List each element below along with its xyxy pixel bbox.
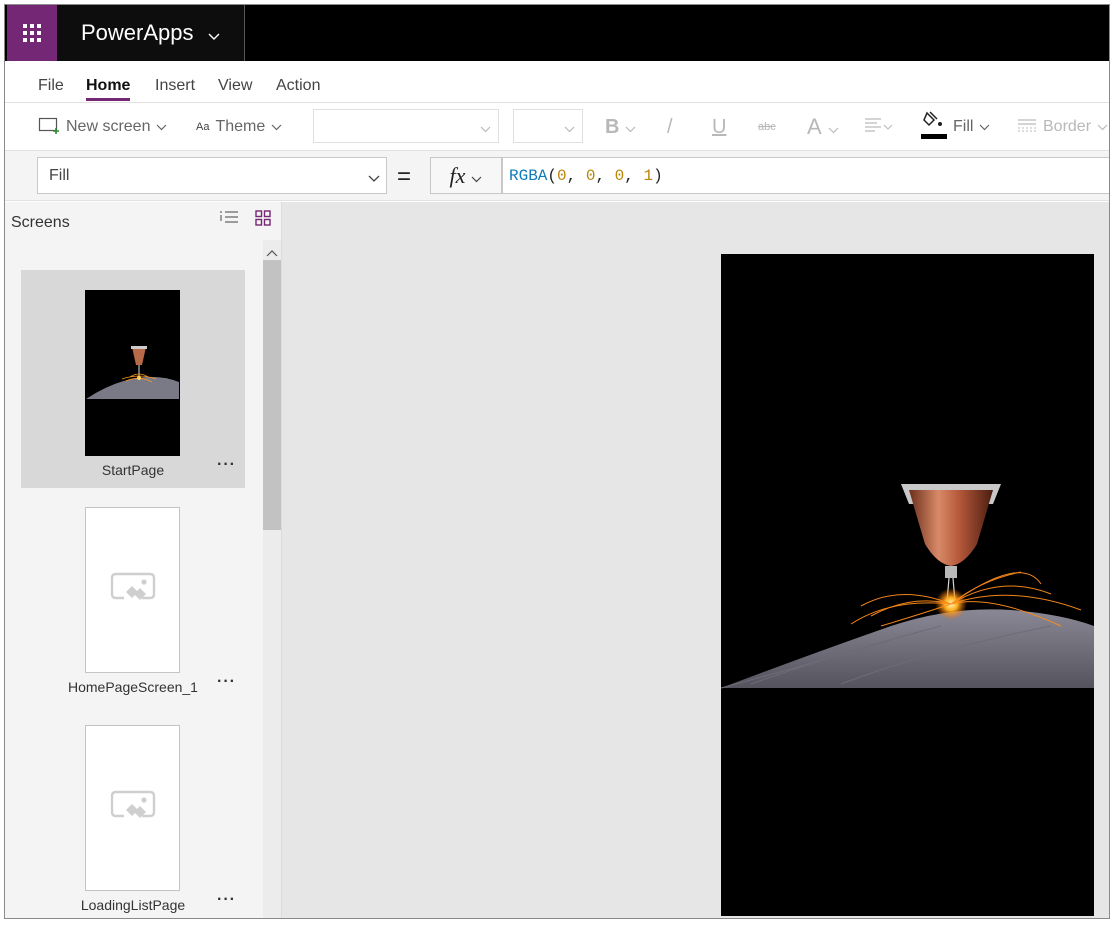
menu-bar: File Home Insert View Action xyxy=(5,61,1109,103)
tab-action[interactable]: Action xyxy=(276,77,320,95)
screen-card-startpage[interactable]: StartPage ··· xyxy=(21,270,245,488)
chevron-down-icon xyxy=(368,170,380,188)
strikethrough-icon: abc xyxy=(758,121,776,133)
formula-arg-r: 0 xyxy=(557,167,567,185)
tab-view[interactable]: View xyxy=(218,77,252,95)
italic-icon: / xyxy=(667,115,673,138)
font-family-dropdown[interactable] xyxy=(313,109,499,143)
chevron-down-icon xyxy=(480,120,491,138)
fx-icon: fx xyxy=(449,162,466,188)
placeholder-image-icon xyxy=(110,790,156,829)
formula-function: RGBA xyxy=(509,167,548,185)
bold-icon: B xyxy=(605,115,620,138)
theme-button[interactable]: Aa Theme xyxy=(196,103,282,151)
formula-arg-g: 0 xyxy=(585,167,596,185)
new-screen-button[interactable]: New screen xyxy=(38,103,167,151)
fill-bucket-icon xyxy=(921,110,947,145)
font-color-button[interactable]: A xyxy=(807,103,839,151)
chevron-down-icon xyxy=(271,118,282,136)
border-icon xyxy=(1017,118,1037,137)
chevron-down-icon xyxy=(471,163,482,189)
screens-title: Screens xyxy=(11,214,70,231)
property-dropdown[interactable]: Fill xyxy=(37,157,387,194)
chevron-down-icon xyxy=(208,21,220,47)
bold-button[interactable]: B xyxy=(605,103,636,151)
formula-arg-a: 1 xyxy=(643,167,654,185)
design-canvas[interactable] xyxy=(282,202,1109,918)
theme-icon: Aa xyxy=(196,121,210,133)
screen-card-homepagescreen-1[interactable]: HomePageScreen_1 ··· xyxy=(21,487,245,705)
border-button[interactable]: Border xyxy=(1017,103,1108,151)
chevron-down-icon xyxy=(828,114,839,140)
more-options-button[interactable]: ··· xyxy=(217,456,236,474)
chevron-down-icon xyxy=(1097,118,1108,136)
screen-name: LoadingListPage xyxy=(80,897,186,913)
screen-thumbnail xyxy=(85,290,180,456)
app-window: PowerApps File Home Insert View Action N… xyxy=(4,4,1110,919)
screen-thumbnail xyxy=(85,725,180,891)
app-title: PowerApps xyxy=(81,20,194,45)
underline-icon: U xyxy=(712,115,727,138)
screens-panel: Screens StartPage ··· HomePageScreen_1 ·… xyxy=(5,202,282,918)
list-view-icon[interactable] xyxy=(219,210,239,231)
screen-name: StartPage xyxy=(101,462,165,478)
screen-name: HomePageScreen_1 xyxy=(68,679,198,695)
align-button[interactable] xyxy=(864,103,894,151)
formula-input[interactable]: RGBA(0, 0, 0, 1) xyxy=(502,157,1109,194)
placeholder-image-icon xyxy=(110,572,156,611)
grid-view-icon[interactable] xyxy=(255,210,271,231)
laser-cutting-image xyxy=(721,254,1094,916)
underline-button[interactable]: U xyxy=(712,103,726,151)
border-label: Border xyxy=(1043,118,1092,135)
formula-arg-b: 0 xyxy=(614,167,625,185)
chevron-down-icon xyxy=(979,118,990,136)
align-icon xyxy=(864,117,894,138)
italic-button[interactable]: / xyxy=(667,103,673,151)
more-options-button[interactable]: ··· xyxy=(217,891,236,909)
font-color-icon: A xyxy=(807,114,822,139)
property-value: Fill xyxy=(49,167,70,184)
ribbon-toolbar: New screen Aa Theme B / U abc A Fill Bor… xyxy=(5,103,1109,151)
fx-button[interactable]: fx xyxy=(430,157,502,194)
new-screen-label: New screen xyxy=(66,118,151,135)
screen-card-loadinglistpage[interactable]: LoadingListPage ··· xyxy=(21,705,245,918)
theme-label: Theme xyxy=(215,118,266,135)
chevron-down-icon xyxy=(156,118,167,136)
app-switcher[interactable]: PowerApps xyxy=(57,5,245,61)
scrollbar-thumb[interactable] xyxy=(263,260,281,530)
tab-file[interactable]: File xyxy=(38,77,64,95)
chevron-down-icon xyxy=(564,120,575,138)
font-size-dropdown[interactable] xyxy=(513,109,583,143)
chevron-down-icon xyxy=(625,116,636,139)
screen-thumbnail xyxy=(85,507,180,673)
fill-label: Fill xyxy=(953,118,974,135)
more-options-button[interactable]: ··· xyxy=(217,673,236,691)
formula-bar: Fill = fx RGBA(0, 0, 0, 1) xyxy=(5,151,1109,201)
laser-image-thumbnail xyxy=(86,291,179,455)
waffle-icon[interactable] xyxy=(7,5,57,61)
screens-scrollbar[interactable] xyxy=(263,240,281,918)
new-screen-icon xyxy=(38,116,60,139)
fill-button[interactable]: Fill xyxy=(921,103,990,151)
tab-home[interactable]: Home xyxy=(86,77,131,101)
top-bar: PowerApps xyxy=(5,5,1109,61)
strikethrough-button[interactable]: abc xyxy=(758,103,776,151)
tab-insert[interactable]: Insert xyxy=(155,77,195,95)
equals-sign: = xyxy=(397,163,412,190)
screen-preview-startpage[interactable] xyxy=(721,254,1094,916)
